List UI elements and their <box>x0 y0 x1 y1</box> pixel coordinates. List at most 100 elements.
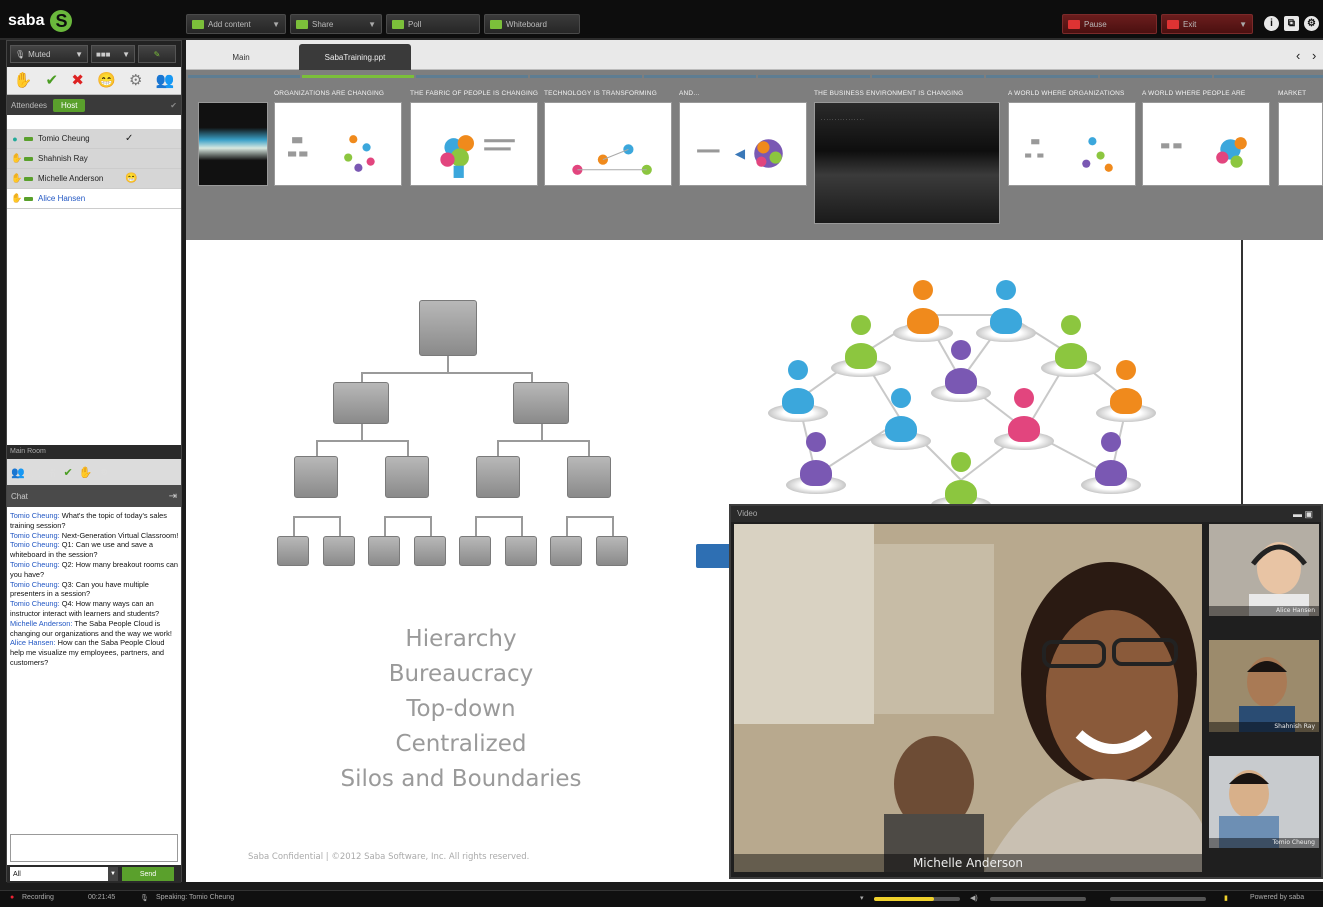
main-video[interactable]: Michelle Anderson <box>734 524 1202 872</box>
popout-icon[interactable]: ⇥ <box>169 491 177 502</box>
attendee-status: ✓ <box>125 133 134 144</box>
chat-text: Next-Generation Virtual Classroom! <box>61 530 179 540</box>
participant-video[interactable]: Shahnish Ray <box>1209 640 1319 732</box>
thumb-graphic <box>288 135 375 172</box>
wifi-icon: ▾ <box>860 895 864 902</box>
share-icon <box>296 19 308 29</box>
chat-author: Tomio Cheung: <box>10 511 60 520</box>
slide-thumbnail[interactable] <box>544 102 672 186</box>
brand-mark: S <box>50 10 73 32</box>
chat-author: Michelle Anderson: <box>10 618 73 628</box>
chat-message: Tomio Cheung: Next-Generation Virtual Cl… <box>10 531 180 541</box>
hand-icon: ✋ <box>11 193 23 203</box>
org-line <box>475 516 523 518</box>
poll-button[interactable]: Poll <box>386 14 480 34</box>
left-panel: 🎙 Muted ▼ ■■■ ▼ ✎ ✋ ✔ ✖ 😁 ⚙ 👥 Attendees … <box>6 40 182 883</box>
chat-target-label: All <box>13 870 21 878</box>
pencil-icon[interactable]: ✎ <box>138 45 176 63</box>
org-line <box>316 440 318 456</box>
smile-icon[interactable]: ☻ <box>98 466 110 478</box>
mic-level-icon <box>24 196 33 201</box>
tab-presentation[interactable]: SabaTraining.ppt <box>299 44 411 70</box>
chat-header: Chat ⇥ <box>7 485 181 507</box>
chevron-down-icon: ▼ <box>122 49 130 59</box>
org-line <box>497 440 499 456</box>
users-icon[interactable]: 👥 <box>156 73 175 88</box>
speaker-volume-slider[interactable] <box>990 897 1086 901</box>
chat-author: Tomio Cheung: <box>10 579 60 589</box>
chevron-right-icon[interactable]: › <box>1312 48 1316 63</box>
person-icon <box>871 388 931 450</box>
document-icon[interactable]: ▢ <box>31 466 41 479</box>
chat-input[interactable] <box>10 834 178 862</box>
slide-thumbnail[interactable] <box>1008 102 1136 186</box>
tab-main[interactable]: Main <box>186 44 296 70</box>
thumb-graphic <box>1161 137 1247 168</box>
slide-thumbnail[interactable] <box>198 102 268 186</box>
person-icon <box>786 432 846 494</box>
slide-thumbnail[interactable] <box>1278 102 1323 186</box>
check-icon[interactable]: ✔ <box>46 73 59 88</box>
level-dropdown[interactable]: ■■■ ▼ <box>91 45 135 63</box>
mic-dropdown[interactable]: 🎙 Muted ▼ <box>10 45 88 63</box>
video-controls-icon[interactable]: ▬ ▣ <box>1293 506 1313 522</box>
slide-thumbnail[interactable] <box>679 102 807 186</box>
exit-button[interactable]: Exit ▼ <box>1161 14 1253 34</box>
org-line <box>475 516 477 536</box>
attendee-row[interactable]: ● Tomio Cheung ✓ <box>7 129 181 149</box>
participant-video[interactable]: Alice Hansen <box>1209 524 1319 616</box>
chat-target-select[interactable]: All ▼ <box>10 867 118 881</box>
thumb-title: MARKET <box>1278 90 1307 97</box>
org-line <box>531 372 533 382</box>
org-box <box>385 456 429 498</box>
attendee-row[interactable]: ✋ Shahnish Ray <box>7 149 181 169</box>
mic-volume-slider[interactable] <box>874 897 960 901</box>
attendee-row[interactable]: ✋ Michelle Anderson 😁 <box>7 169 181 189</box>
chat-label: Chat <box>11 491 28 501</box>
slide-thumbnail[interactable] <box>274 102 402 186</box>
grid-icon[interactable]: ▦ <box>47 466 57 479</box>
smile-icon[interactable]: 😁 <box>97 73 116 88</box>
bandwidth-slider[interactable] <box>1110 897 1206 901</box>
chevron-down-icon: ▼ <box>1239 19 1247 29</box>
chevron-down-icon: ▼ <box>272 19 280 29</box>
mic-level-icon <box>24 156 33 161</box>
attendee-list: ● Tomio Cheung ✓ ✋ Shahnish Ray ✋ Michel… <box>7 129 181 209</box>
hand-icon[interactable]: ✋ <box>79 466 93 479</box>
person-icon <box>1096 360 1156 422</box>
exit-label: Exit <box>1183 19 1197 29</box>
monitor-icon <box>192 19 204 29</box>
pause-button[interactable]: Pause <box>1062 14 1157 34</box>
share-button[interactable]: Share ▼ <box>290 14 382 34</box>
rooms-icon[interactable]: 👥 <box>11 466 25 479</box>
chevron-left-icon[interactable]: ‹ <box>1296 48 1300 63</box>
gear-icon[interactable]: ⚙ <box>1304 16 1319 31</box>
pause-icon <box>1068 19 1080 29</box>
x-icon[interactable]: ✖ <box>71 73 84 88</box>
send-button[interactable]: Send <box>122 867 174 881</box>
chat-message: Tomio Cheung: What's the topic of today'… <box>10 511 180 531</box>
check-icon[interactable]: ✔ <box>64 466 73 479</box>
check-icon[interactable]: ✔ <box>170 101 177 110</box>
main-video-name: Michelle Anderson <box>734 854 1202 872</box>
add-content-button[interactable]: Add content ▼ <box>186 14 286 34</box>
slide-thumbnail-current[interactable]: · · · · · · · · · · · · · · · · <box>814 102 1000 224</box>
away-icon[interactable]: ⚙ <box>129 73 142 88</box>
audio-controls: 🎙 Muted ▼ ■■■ ▼ ✎ <box>7 41 181 67</box>
exit-icon <box>1167 19 1179 29</box>
slide-thumbnail[interactable] <box>410 102 538 186</box>
progress-segment <box>1214 75 1323 78</box>
video-feed-graphic <box>1209 640 1319 732</box>
person-icon <box>831 315 891 377</box>
slide-footer: Saba Confidential | ©2012 Saba Software,… <box>248 852 530 862</box>
slide-thumbnail[interactable] <box>1142 102 1270 186</box>
attendee-row[interactable]: ✋ Alice Hansen <box>7 189 181 209</box>
attendees-role-pill[interactable]: Host <box>53 98 86 112</box>
raise-hand-icon[interactable]: ✋ <box>14 73 33 88</box>
info-icon[interactable]: i <box>1264 16 1279 31</box>
participant-video[interactable]: Tomio Cheung <box>1209 756 1319 848</box>
org-line <box>316 440 408 442</box>
fullscreen-icon[interactable]: ⧉ <box>1284 16 1299 31</box>
whiteboard-button[interactable]: Whiteboard <box>484 14 580 34</box>
org-box <box>505 536 537 566</box>
